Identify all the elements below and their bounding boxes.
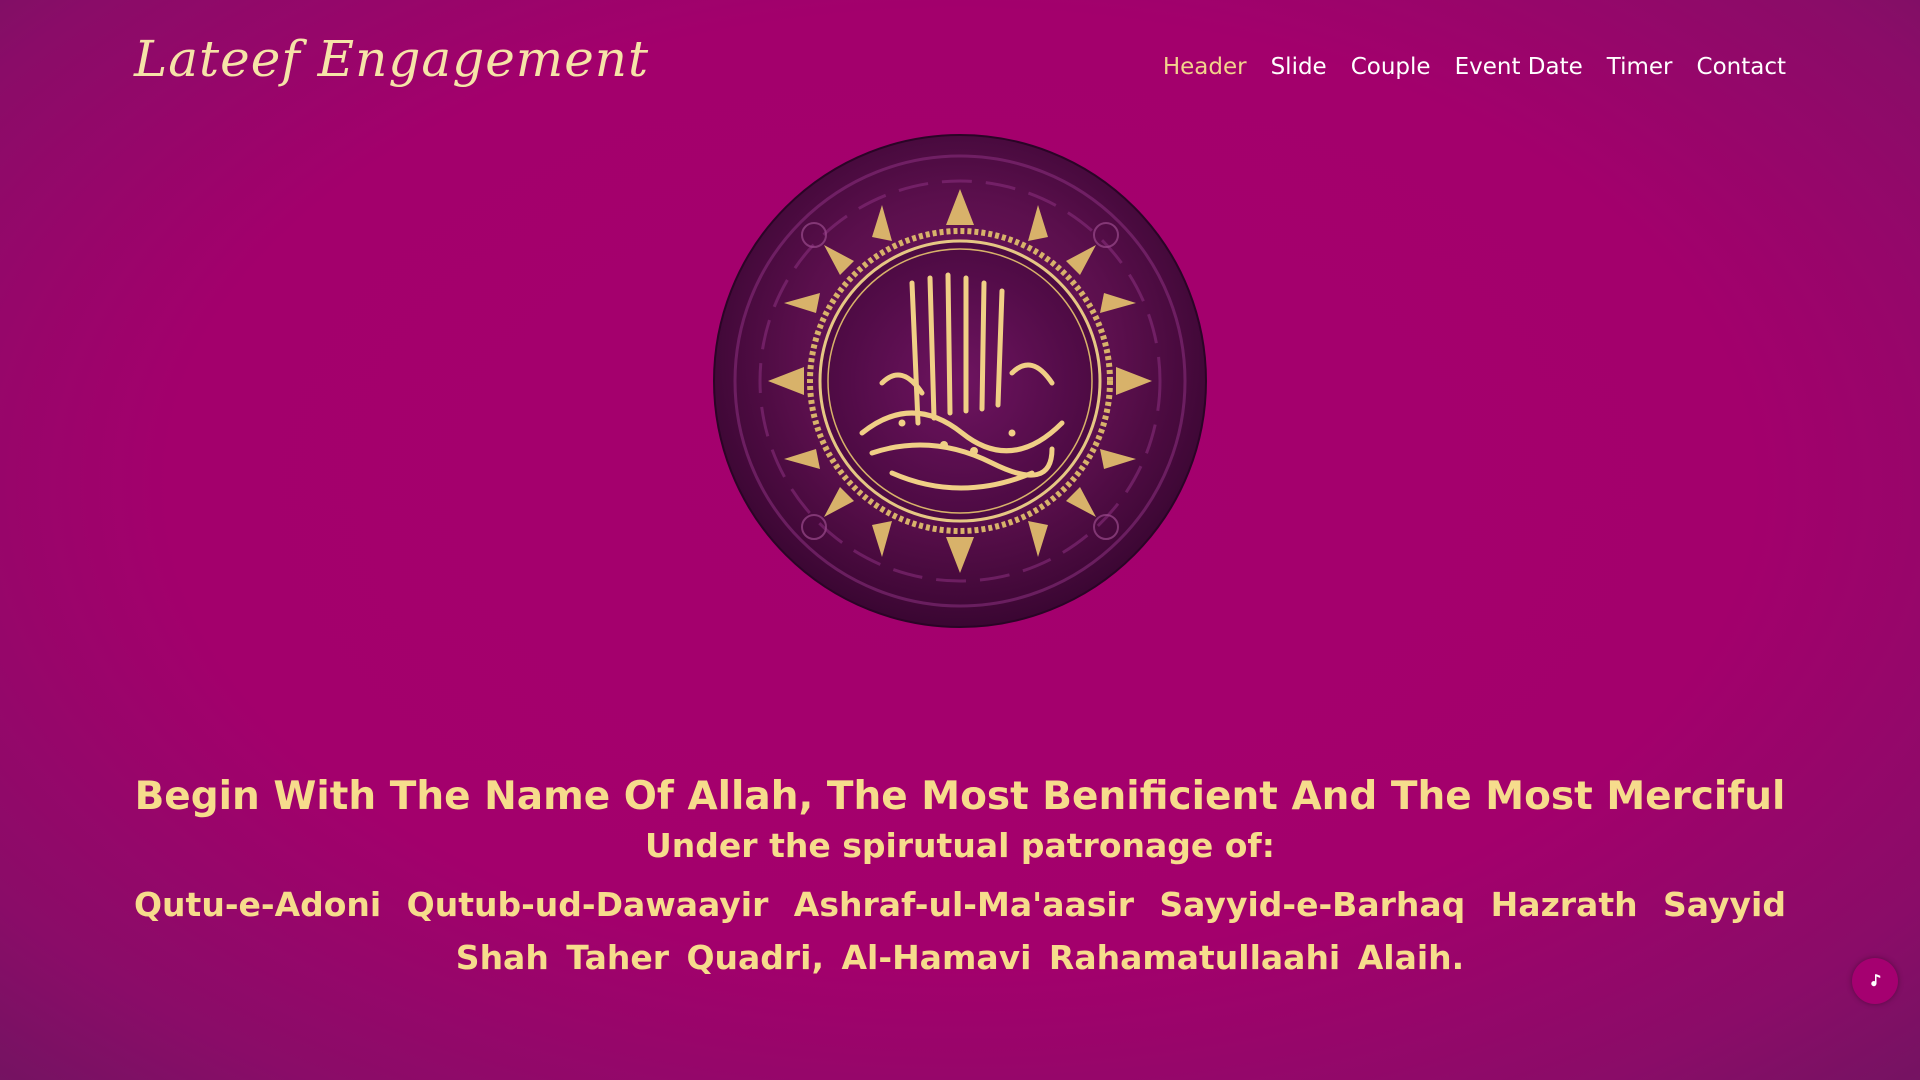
music-note-icon [1871,974,1881,987]
nav-item-slide[interactable]: Slide [1271,54,1327,80]
music-toggle-button[interactable] [1852,958,1898,1004]
patronage-label: Under the spirutual patronage of: [645,826,1275,865]
hero-headline: Begin With The Name Of Allah, The Most B… [134,774,1786,820]
nav-item-timer[interactable]: Timer [1607,54,1673,80]
nav-item-contact[interactable]: Contact [1697,54,1786,80]
bismillah-medallion-icon [713,134,1207,628]
nav-item-couple[interactable]: Couple [1351,54,1431,80]
brand-logo[interactable]: Lateef Engagement [134,30,649,88]
nav-item-header[interactable]: Header [1163,54,1247,80]
main-nav: Header Slide Couple Event Date Timer Con… [1163,54,1786,80]
navbar: Lateef Engagement Header Slide Couple Ev… [0,0,1920,140]
nav-item-event-date[interactable]: Event Date [1455,54,1583,80]
patron-names: Qutu-e-Adoni Qutub-ud-Dawaayir Ashraf-ul… [134,885,1786,977]
bismillah-emblem [712,133,1208,629]
